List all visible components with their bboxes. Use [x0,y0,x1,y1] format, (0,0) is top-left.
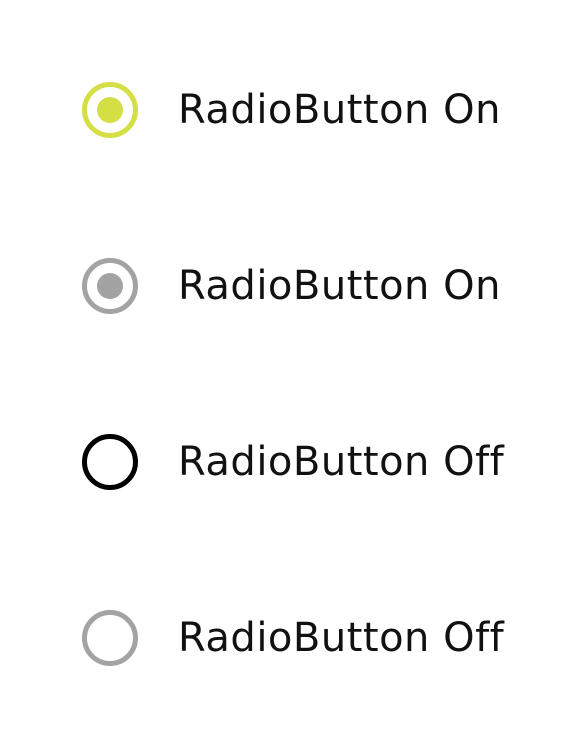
radio-unchecked-icon[interactable] [82,610,138,666]
radio-button-list: RadioButton On RadioButton On RadioButto… [0,0,584,748]
radio-label: RadioButton Off [178,615,505,661]
radio-dot [97,97,123,123]
radio-dot [97,273,123,299]
radio-unchecked-icon[interactable] [82,434,138,490]
radio-label: RadioButton On [178,87,501,133]
radio-option-on-enabled[interactable]: RadioButton On [82,82,501,138]
radio-option-off-disabled[interactable]: RadioButton Off [82,610,504,666]
radio-label: RadioButton On [178,263,501,309]
radio-option-on-disabled[interactable]: RadioButton On [82,258,501,314]
radio-option-off-enabled[interactable]: RadioButton Off [82,434,504,490]
radio-checked-icon[interactable] [82,82,138,138]
radio-label: RadioButton Off [178,439,505,485]
radio-checked-icon[interactable] [82,258,138,314]
